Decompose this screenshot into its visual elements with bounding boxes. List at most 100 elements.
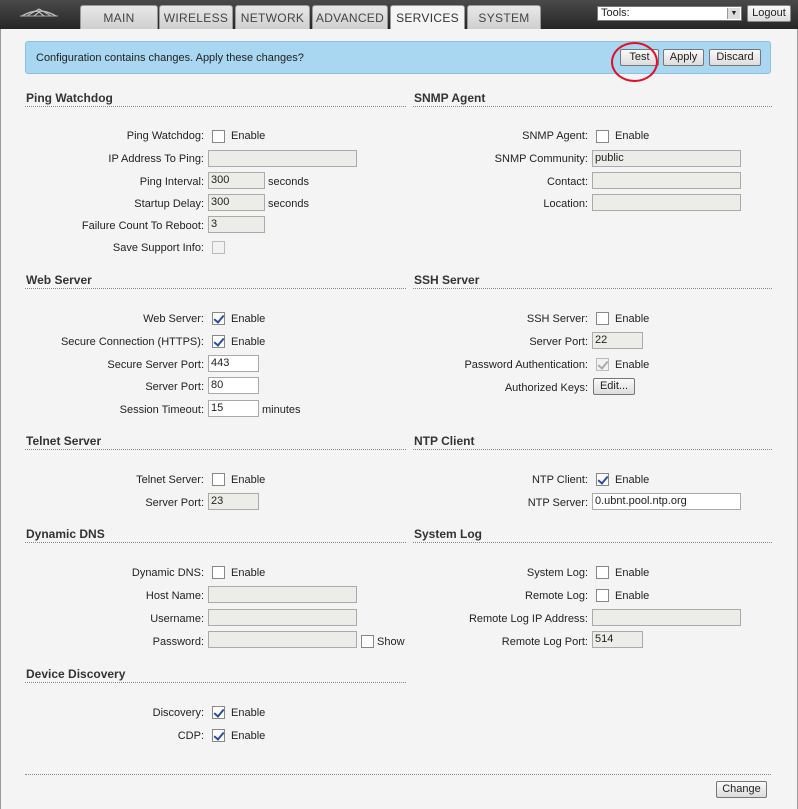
discovery-checkbox[interactable] xyxy=(212,706,225,719)
web-server-label: Web Server: xyxy=(143,313,204,325)
secure-connection-checkbox[interactable] xyxy=(212,335,225,348)
startup-delay-label: Startup Delay: xyxy=(134,198,204,210)
ping-watchdog-checkbox[interactable] xyxy=(212,130,225,143)
tab-network[interactable]: NETWORK xyxy=(235,5,310,29)
remote-log-checkbox[interactable] xyxy=(596,589,609,602)
ip-to-ping-input[interactable] xyxy=(208,150,357,167)
secure-connection-label: Secure Connection (HTTPS): xyxy=(60,336,204,348)
cdp-checkbox[interactable] xyxy=(212,729,225,742)
section-title-ping-watchdog: Ping Watchdog xyxy=(26,91,113,105)
remote-log-ip-input[interactable] xyxy=(592,609,741,626)
snmp-community-label: SNMP Community: xyxy=(494,153,588,165)
section-title-system-log: System Log xyxy=(414,527,483,541)
authorized-keys-label: Authorized Keys: xyxy=(504,382,588,394)
logout-button[interactable]: Logout xyxy=(747,5,791,22)
dynamic-dns-enable-label: Enable xyxy=(231,567,266,579)
telnet-port-label: Server Port: xyxy=(145,497,204,509)
section-title-ssh-server: SSH Server xyxy=(414,273,480,287)
section-divider xyxy=(25,288,406,289)
system-log-checkbox[interactable] xyxy=(596,566,609,579)
tools-dropdown-value: Tools: xyxy=(601,7,630,19)
section-title-snmp-agent: SNMP Agent xyxy=(414,91,486,105)
telnet-server-checkbox[interactable] xyxy=(212,473,225,486)
show-password-checkbox[interactable] xyxy=(361,635,374,648)
tab-system[interactable]: SYSTEM xyxy=(467,5,541,29)
section-divider xyxy=(25,106,406,107)
chevron-down-icon[interactable]: ▼ xyxy=(727,8,740,19)
session-timeout-input[interactable]: 15 xyxy=(208,400,259,417)
dynamic-dns-label: Dynamic DNS: xyxy=(131,567,204,579)
save-support-info-label: Save Support Info: xyxy=(112,242,204,254)
authorized-keys-edit-button[interactable]: Edit... xyxy=(593,378,635,395)
ssh-server-enable-label: Enable xyxy=(615,313,650,325)
show-password-label: Show xyxy=(377,636,405,648)
telnet-server-enable-label: Enable xyxy=(231,474,266,486)
password-auth-checkbox[interactable] xyxy=(596,358,609,371)
contact-input[interactable] xyxy=(592,172,741,189)
ntp-server-label: NTP Server: xyxy=(527,497,588,509)
snmp-agent-checkbox[interactable] xyxy=(596,130,609,143)
username-label: Username: xyxy=(150,613,204,625)
session-timeout-label: Session Timeout: xyxy=(119,404,204,416)
host-name-input[interactable] xyxy=(208,586,357,603)
remote-log-ip-label: Remote Log IP Address: xyxy=(468,613,588,625)
remote-log-enable-label: Enable xyxy=(615,590,650,602)
ubiquiti-logo-icon xyxy=(20,8,58,17)
startup-delay-unit: seconds xyxy=(268,198,309,210)
top-nav-bar: MAIN WIRELESS NETWORK ADVANCED SERVICES … xyxy=(0,0,798,29)
cdp-label: CDP: xyxy=(177,730,204,742)
section-divider xyxy=(413,288,772,289)
footer-divider xyxy=(25,774,771,775)
section-divider xyxy=(25,449,406,450)
system-log-enable-label: Enable xyxy=(615,567,650,579)
remote-log-label: Remote Log: xyxy=(525,590,588,602)
location-input[interactable] xyxy=(592,194,741,211)
tab-main[interactable]: MAIN xyxy=(80,5,158,29)
ntp-client-checkbox[interactable] xyxy=(596,473,609,486)
ntp-client-enable-label: Enable xyxy=(615,474,650,486)
remote-log-port-label: Remote Log Port: xyxy=(501,636,588,648)
tab-services[interactable]: SERVICES xyxy=(390,5,465,29)
location-label: Location: xyxy=(543,198,588,210)
web-server-checkbox[interactable] xyxy=(212,312,225,325)
section-divider xyxy=(413,449,772,450)
password-auth-enable-label: Enable xyxy=(615,359,650,371)
save-support-info-checkbox[interactable] xyxy=(212,241,225,254)
startup-delay-input[interactable]: 300 xyxy=(208,194,265,211)
contact-label: Contact: xyxy=(547,176,588,188)
ssh-port-label: Server Port: xyxy=(529,336,588,348)
discard-button[interactable]: Discard xyxy=(709,49,761,66)
ntp-server-input[interactable]: 0.ubnt.pool.ntp.org xyxy=(592,493,741,510)
secure-connection-enable-label: Enable xyxy=(231,336,266,348)
ssh-port-input[interactable]: 22 xyxy=(592,332,643,349)
telnet-port-input[interactable]: 23 xyxy=(208,493,259,510)
tools-dropdown[interactable]: Tools: ▼ xyxy=(597,6,742,21)
change-button[interactable]: Change xyxy=(716,781,767,798)
snmp-community-input[interactable]: public xyxy=(592,150,741,167)
host-name-label: Host Name: xyxy=(145,590,204,602)
web-server-port-label: Server Port: xyxy=(145,381,204,393)
apply-button[interactable]: Apply xyxy=(663,49,704,66)
tab-wireless[interactable]: WIRELESS xyxy=(159,5,233,29)
snmp-agent-label: SNMP Agent: xyxy=(522,130,588,142)
section-divider xyxy=(413,542,772,543)
dynamic-dns-checkbox[interactable] xyxy=(212,566,225,579)
password-input[interactable] xyxy=(208,631,357,648)
remote-log-port-input[interactable]: 514 xyxy=(592,631,643,648)
changes-banner: Configuration contains changes. Apply th… xyxy=(25,41,771,74)
snmp-agent-enable-label: Enable xyxy=(615,130,650,142)
tab-advanced[interactable]: ADVANCED xyxy=(312,5,388,29)
ping-interval-input[interactable]: 300 xyxy=(208,172,265,189)
section-title-web-server: Web Server xyxy=(26,273,92,287)
secure-server-port-label: Secure Server Port: xyxy=(107,359,204,371)
session-timeout-unit: minutes xyxy=(262,404,301,416)
cdp-enable-label: Enable xyxy=(231,730,266,742)
secure-server-port-input[interactable]: 443 xyxy=(208,355,259,372)
username-input[interactable] xyxy=(208,609,357,626)
ping-interval-unit: seconds xyxy=(268,176,309,188)
highlight-circle xyxy=(611,42,658,82)
web-server-port-input[interactable]: 80 xyxy=(208,377,259,394)
discovery-enable-label: Enable xyxy=(231,707,266,719)
ssh-server-checkbox[interactable] xyxy=(596,312,609,325)
failure-count-input[interactable]: 3 xyxy=(208,216,265,233)
